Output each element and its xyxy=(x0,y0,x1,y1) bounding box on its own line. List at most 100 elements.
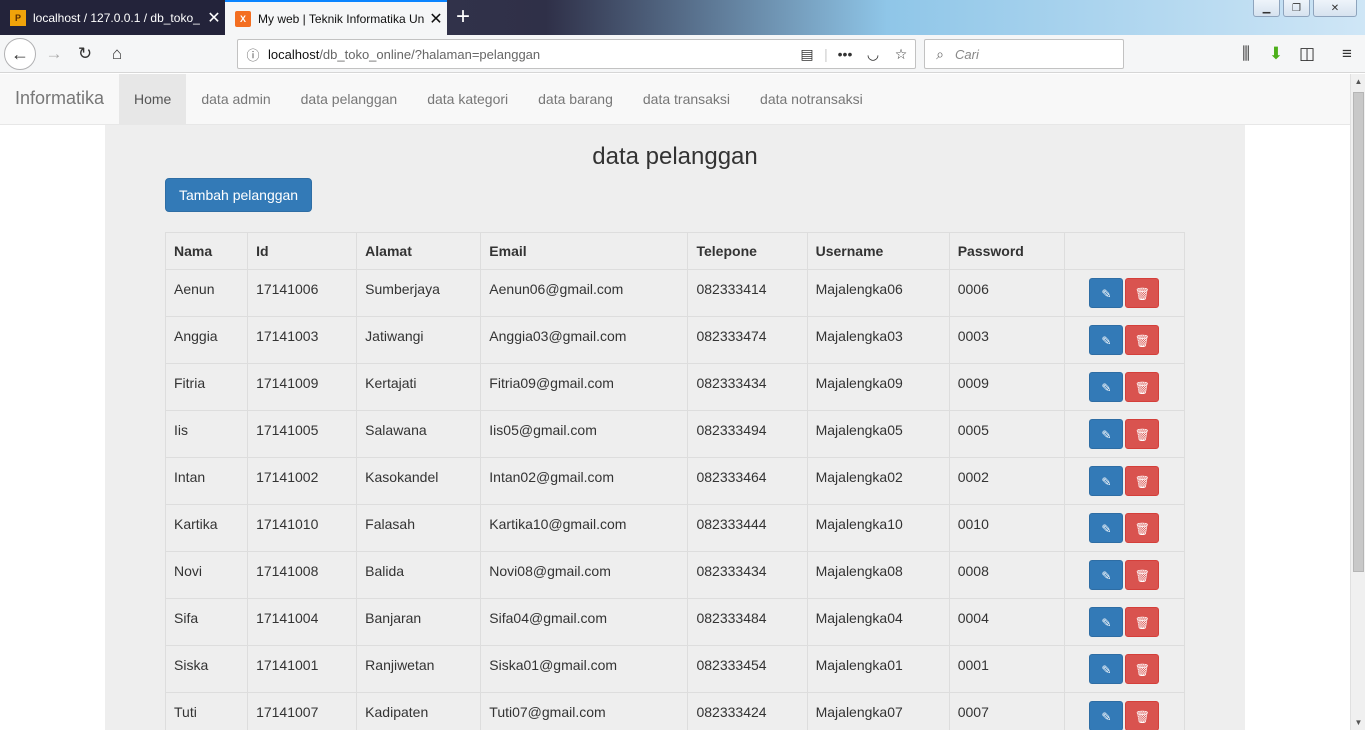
site-brand[interactable]: Informatika xyxy=(15,88,104,109)
edit-icon: ✎ xyxy=(1101,381,1112,395)
cell-alamat: Sumberjaya xyxy=(356,269,482,317)
url-text[interactable]: localhost/db_toko_online/?halaman=pelang… xyxy=(268,47,793,62)
minimize-window-icon[interactable]: ▁ xyxy=(1253,0,1280,17)
page-actions-icon[interactable]: ••• xyxy=(831,46,859,62)
column-header-id: Id xyxy=(247,232,358,270)
trash-icon: 🗑 xyxy=(1134,569,1151,583)
delete-button[interactable]: 🗑 xyxy=(1125,513,1160,543)
new-tab-icon[interactable]: + xyxy=(456,3,470,31)
edit-icon: ✎ xyxy=(1101,663,1112,677)
cell-telepone: 082333484 xyxy=(687,598,808,646)
search-bar[interactable]: ⌕ Cari xyxy=(924,39,1124,69)
cell-email: Kartika10@gmail.com xyxy=(480,504,689,552)
delete-button[interactable]: 🗑 xyxy=(1125,278,1160,308)
menu-item-data-notransaksi[interactable]: data notransaksi xyxy=(745,74,878,125)
url-bar[interactable]: ⓘ localhost/db_toko_online/?halaman=pela… xyxy=(237,39,916,69)
table-row: Intan 17141002 Kasokandel Intan02@gmail.com… xyxy=(164,457,1186,505)
table-row: Kartika 17141010 Falasah Kartika10@gmail.co… xyxy=(164,504,1186,552)
table-row: Fitria 17141009 Kertajati Fitria09@gmail.co… xyxy=(164,363,1186,411)
edit-button[interactable]: ✎ xyxy=(1089,278,1124,308)
add-pelanggan-button[interactable]: Tambah pelanggan xyxy=(165,178,313,212)
phpmyadmin-favicon-icon: P xyxy=(10,9,26,26)
cell-email: Novi08@gmail.com xyxy=(480,551,689,599)
delete-button[interactable]: 🗑 xyxy=(1125,701,1160,730)
site-navbar: Informatika Home data admin data pelangg… xyxy=(0,74,1350,125)
table-row: Sifa 17141004 Banjaran Sifa04@gmail.com 0823… xyxy=(164,598,1186,646)
trash-icon: 🗑 xyxy=(1134,522,1151,536)
cell-alamat: Ranjiwetan xyxy=(356,645,482,693)
pocket-icon[interactable]: ◡ xyxy=(859,46,887,63)
delete-button[interactable]: 🗑 xyxy=(1125,372,1160,402)
scrollbar-thumb[interactable] xyxy=(1353,92,1364,572)
web-page: Informatika Home data admin data pelangg… xyxy=(0,74,1350,730)
sidebar-icon[interactable]: ◫ xyxy=(1293,40,1321,68)
cell-nama: Kartika xyxy=(164,504,249,552)
table-row: Siska 17141001 Ranjiwetan Siska01@gmail.com… xyxy=(164,645,1186,693)
cell-email: Fitria09@gmail.com xyxy=(480,363,689,411)
column-header-nama: Nama xyxy=(164,232,249,270)
cell-password: 0010 xyxy=(948,504,1065,552)
edit-button[interactable]: ✎ xyxy=(1089,419,1124,449)
delete-button[interactable]: 🗑 xyxy=(1125,654,1160,684)
browser-tab-phpmyadmin[interactable]: P localhost / 127.0.0.1 / db_toko_ ✕ xyxy=(0,0,225,35)
edit-button[interactable]: ✎ xyxy=(1089,372,1124,402)
scroll-up-icon[interactable]: ▲ xyxy=(1351,74,1365,89)
cell-telepone: 082333424 xyxy=(687,692,808,730)
back-icon[interactable]: ← xyxy=(4,38,36,70)
edit-button[interactable]: ✎ xyxy=(1089,513,1124,543)
bookmark-star-icon[interactable]: ☆ xyxy=(887,46,915,63)
table-row: Aenun 17141006 Sumberjaya Aenun06@gmail.com… xyxy=(164,269,1186,317)
table-row: Anggia 17141003 Jatiwangi Anggia03@gmail.co… xyxy=(164,316,1186,364)
reader-view-icon[interactable]: ▤ xyxy=(793,46,821,63)
cell-password: 0005 xyxy=(948,410,1065,458)
download-icon[interactable]: ⬇ xyxy=(1262,40,1290,68)
scroll-down-icon[interactable]: ▼ xyxy=(1351,715,1365,730)
cell-telepone: 082333494 xyxy=(687,410,808,458)
edit-button[interactable]: ✎ xyxy=(1089,560,1124,590)
cell-actions: ✎ 🗑 xyxy=(1063,457,1186,505)
cell-actions: ✎ 🗑 xyxy=(1063,692,1186,730)
close-tab-icon[interactable]: ✕ xyxy=(203,8,225,28)
site-info-icon[interactable]: ⓘ xyxy=(238,45,268,64)
home-icon[interactable]: ⌂ xyxy=(103,40,131,68)
cell-id: 17141005 xyxy=(247,410,358,458)
forward-icon[interactable]: → xyxy=(40,40,68,68)
browser-tab-myweb[interactable]: X My web | Teknik Informatika Un ✕ xyxy=(225,0,447,35)
close-tab-icon[interactable]: ✕ xyxy=(425,9,447,29)
main-content: data pelanggan Tambah pelanggan Nama Id … xyxy=(105,125,1245,730)
edit-button[interactable]: ✎ xyxy=(1089,466,1124,496)
cell-actions: ✎ 🗑 xyxy=(1063,551,1186,599)
delete-button[interactable]: 🗑 xyxy=(1125,607,1160,637)
menu-item-data-pelanggan[interactable]: data pelanggan xyxy=(286,74,413,125)
menu-item-home[interactable]: Home xyxy=(119,74,187,125)
cell-actions: ✎ 🗑 xyxy=(1063,645,1186,693)
edit-button[interactable]: ✎ xyxy=(1089,325,1124,355)
cell-email: Intan02@gmail.com xyxy=(480,457,689,505)
delete-button[interactable]: 🗑 xyxy=(1125,466,1160,496)
page-scrollbar[interactable]: ▲ ▼ xyxy=(1350,74,1365,730)
restore-window-icon[interactable]: ❐ xyxy=(1283,0,1310,17)
cell-username: Majalengka06 xyxy=(806,269,950,317)
menu-item-data-admin[interactable]: data admin xyxy=(186,74,285,125)
menu-item-data-transaksi[interactable]: data transaksi xyxy=(628,74,745,125)
edit-icon: ✎ xyxy=(1101,428,1112,442)
menu-item-data-kategori[interactable]: data kategori xyxy=(412,74,523,125)
edit-icon: ✎ xyxy=(1101,334,1112,348)
edit-button[interactable]: ✎ xyxy=(1089,654,1124,684)
edit-button[interactable]: ✎ xyxy=(1089,607,1124,637)
edit-button[interactable]: ✎ xyxy=(1089,701,1124,730)
browser-toolbar: ← → ↻ ⌂ ⓘ localhost/db_toko_online/?hala… xyxy=(0,35,1365,73)
column-header-email: Email xyxy=(480,232,689,270)
close-window-icon[interactable]: ✕ xyxy=(1313,0,1357,17)
menu-item-data-barang[interactable]: data barang xyxy=(523,74,628,125)
delete-button[interactable]: 🗑 xyxy=(1125,560,1160,590)
column-header-telepone: Telepone xyxy=(687,232,808,270)
delete-button[interactable]: 🗑 xyxy=(1125,419,1160,449)
menu-icon[interactable]: ≡ xyxy=(1333,40,1361,68)
library-icon[interactable]: ⫼ xyxy=(1232,40,1260,68)
tab-title: My web | Teknik Informatika Un xyxy=(258,11,425,26)
reload-icon[interactable]: ↻ xyxy=(71,40,99,68)
cell-username: Majalengka01 xyxy=(806,645,950,693)
edit-icon: ✎ xyxy=(1101,569,1112,583)
delete-button[interactable]: 🗑 xyxy=(1125,325,1160,355)
